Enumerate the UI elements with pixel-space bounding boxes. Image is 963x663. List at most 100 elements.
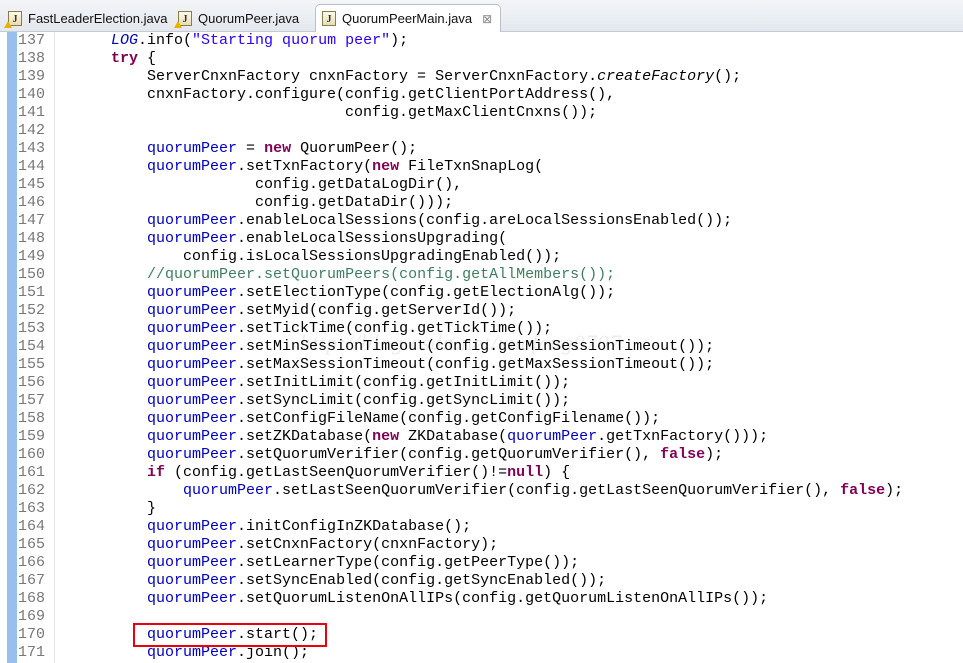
code-token: createFactory	[597, 68, 715, 85]
java-file-warning-icon: J	[174, 10, 192, 28]
code-token: ();	[714, 68, 742, 85]
code-line[interactable]: 143 quorumPeer = new QuorumPeer();	[0, 140, 963, 158]
code-line[interactable]: 159 quorumPeer.setZKDatabase(new ZKDatab…	[0, 428, 963, 446]
code-token: quorumPeer	[147, 338, 238, 355]
code-token: quorumPeer	[147, 302, 238, 319]
code-line[interactable]: 146 config.getDataDir()));	[0, 194, 963, 212]
code-token: new	[372, 158, 400, 175]
highlight-box	[133, 623, 327, 647]
code-token: false	[840, 482, 886, 499]
code-text: try {	[39, 50, 156, 68]
code-token: try	[111, 50, 139, 67]
code-line[interactable]: 163 }	[0, 500, 963, 518]
code-token: }	[39, 500, 157, 517]
code-line[interactable]: 155 quorumPeer.setMaxSessionTimeout(conf…	[0, 356, 963, 374]
code-line[interactable]: 140 cnxnFactory.configure(config.getClie…	[0, 86, 963, 104]
code-text: quorumPeer.setInitLimit(config.getInitLi…	[39, 374, 570, 392]
code-text: }	[39, 500, 156, 518]
code-line[interactable]: 145 config.getDataLogDir(),	[0, 176, 963, 194]
code-line[interactable]: 144 quorumPeer.setTxnFactory(new FileTxn…	[0, 158, 963, 176]
code-token: quorumPeer	[147, 158, 238, 175]
code-token: quorumPeer	[147, 536, 238, 553]
code-token: LOG	[111, 32, 139, 49]
code-line[interactable]: 152 quorumPeer.setMyid(config.getServerI…	[0, 302, 963, 320]
code-text: quorumPeer.setSyncLimit(config.getSyncLi…	[39, 392, 570, 410]
code-line[interactable]: 147 quorumPeer.enableLocalSessions(confi…	[0, 212, 963, 230]
code-line[interactable]: 166 quorumPeer.setLearnerType(config.get…	[0, 554, 963, 572]
line-number: 142	[17, 122, 45, 139]
code-token: false	[660, 446, 706, 463]
code-token: config.getMaxClientCnxns());	[39, 104, 598, 121]
code-token: quorumPeer	[147, 518, 238, 535]
code-text: quorumPeer = new QuorumPeer();	[39, 140, 417, 158]
close-tab-icon[interactable]: ⊠	[482, 12, 492, 26]
code-token: quorumPeer	[147, 212, 238, 229]
code-line[interactable]: 141 config.getMaxClientCnxns());	[0, 104, 963, 122]
code-line[interactable]: 142	[0, 122, 963, 140]
code-token: null	[507, 464, 544, 481]
code-line[interactable]: 161 if (config.getLastSeenQuorumVerifier…	[0, 464, 963, 482]
code-token: quorumPeer	[147, 230, 238, 247]
code-line[interactable]: 137 LOG.info("Starting quorum peer");	[0, 32, 963, 50]
code-token: ServerCnxnFactory cnxnFactory = ServerCn…	[39, 68, 598, 85]
code-text: quorumPeer.setQuorumListenOnAllIPs(confi…	[39, 590, 768, 608]
code-token: if	[147, 464, 166, 481]
code-line[interactable]: 160 quorumPeer.setQuorumVerifier(config.…	[0, 446, 963, 464]
code-line[interactable]: 156 quorumPeer.setInitLimit(config.getIn…	[0, 374, 963, 392]
tab-quorum-peer[interactable]: J QuorumPeer.java	[172, 5, 312, 31]
code-token: .setMaxSessionTimeout(config.getMaxSessi…	[237, 356, 715, 373]
code-text: config.getMaxClientCnxns());	[39, 104, 597, 122]
code-text: quorumPeer.setMinSessionTimeout(config.g…	[39, 338, 714, 356]
code-text: quorumPeer.setMyid(config.getServerId())…	[39, 302, 516, 320]
code-token: quorumPeer	[507, 428, 598, 445]
code-token: .setLastSeenQuorumVerifier(config.getLas…	[273, 482, 841, 499]
java-file-icon: J	[322, 11, 336, 26]
code-line[interactable]: 168 quorumPeer.setQuorumListenOnAllIPs(c…	[0, 590, 963, 608]
code-token: .setElectionType(config.getElectionAlg()…	[237, 284, 616, 301]
code-token: .setSyncEnabled(config.getSyncEnabled())…	[237, 572, 607, 589]
code-token: .setInitLimit(config.getInitLimit());	[237, 374, 571, 391]
code-token: quorumPeer	[147, 356, 238, 373]
tab-quorum-peer-main[interactable]: J QuorumPeerMain.java ⊠	[315, 4, 502, 32]
code-line[interactable]: 151 quorumPeer.setElectionType(config.ge…	[0, 284, 963, 302]
code-line[interactable]: 158 quorumPeer.setConfigFileName(config.…	[0, 410, 963, 428]
code-token: );	[885, 482, 904, 499]
code-line[interactable]: 165 quorumPeer.setCnxnFactory(cnxnFactor…	[0, 536, 963, 554]
code-token: .setConfigFileName(config.getConfigFilen…	[237, 410, 661, 427]
code-token: quorumPeer	[147, 140, 238, 157]
code-line[interactable]: 162 quorumPeer.setLastSeenQuorumVerifier…	[0, 482, 963, 500]
code-line[interactable]: 138 try {	[0, 50, 963, 68]
code-token: {	[138, 50, 157, 67]
code-line[interactable]: 167 quorumPeer.setSyncEnabled(config.get…	[0, 572, 963, 590]
code-text: quorumPeer.setCnxnFactory(cnxnFactory);	[39, 536, 498, 554]
code-line[interactable]: 149 config.isLocalSessionsUpgradingEnabl…	[0, 248, 963, 266]
code-token: .info(	[138, 32, 193, 49]
code-line[interactable]: 164 quorumPeer.initConfigInZKDatabase();	[0, 518, 963, 536]
code-token: quorumPeer	[147, 410, 238, 427]
code-line[interactable]: 157 quorumPeer.setSyncLimit(config.getSy…	[0, 392, 963, 410]
code-text: config.isLocalSessionsUpgradingEnabled()…	[39, 248, 561, 266]
code-line[interactable]: 154 quorumPeer.setMinSessionTimeout(conf…	[0, 338, 963, 356]
tab-fast-leader-election[interactable]: J FastLeaderElection.java	[2, 5, 170, 31]
code-token: .setMinSessionTimeout(config.getMinSessi…	[237, 338, 715, 355]
code-line[interactable]: 148 quorumPeer.enableLocalSessionsUpgrad…	[0, 230, 963, 248]
code-token: .setSyncLimit(config.getSyncLimit());	[237, 392, 571, 409]
code-token: .setLearnerType(config.getPeerType());	[237, 554, 580, 571]
code-line[interactable]: 139 ServerCnxnFactory cnxnFactory = Serv…	[0, 68, 963, 86]
code-line[interactable]: 150 //quorumPeer.setQuorumPeers(config.g…	[0, 266, 963, 284]
java-file-warning-icon: J	[4, 10, 22, 28]
code-line[interactable]: 153 quorumPeer.setTickTime(config.getTic…	[0, 320, 963, 338]
code-text: //quorumPeer.setQuorumPeers(config.getAl…	[39, 266, 615, 284]
tab-label: QuorumPeer.java	[198, 10, 300, 26]
code-text: quorumPeer.setSyncEnabled(config.getSync…	[39, 572, 606, 590]
